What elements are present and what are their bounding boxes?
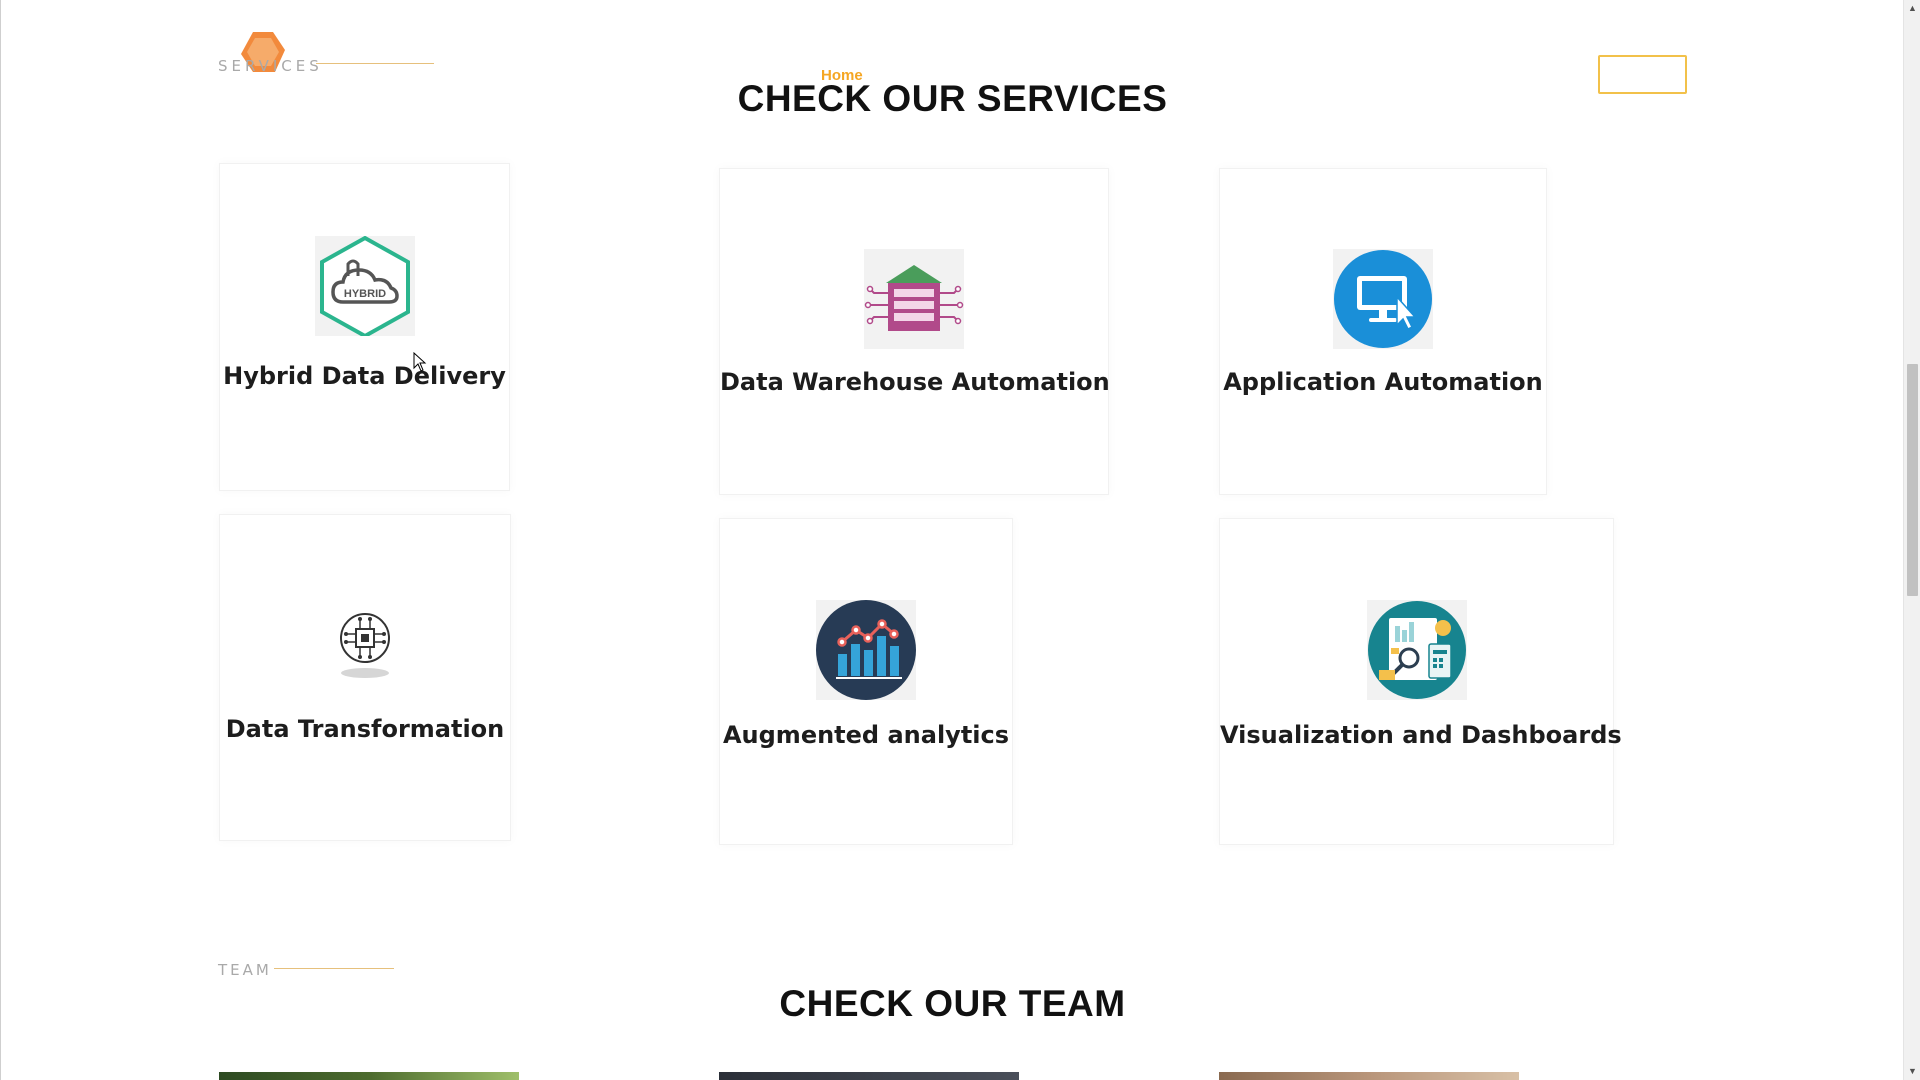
service-card-visualization-and-dashboards[interactable]: Visualization and Dashboards	[1219, 518, 1622, 845]
bar-line-chart-icon	[816, 600, 916, 700]
service-card-data-transformation[interactable]: Data Transformation	[219, 514, 511, 841]
chip-circuit-icon	[333, 608, 397, 680]
mouse-cursor-icon	[413, 352, 427, 372]
services-title: CHECK OUR SERVICES	[737, 78, 1168, 119]
section-divider	[274, 968, 394, 969]
vertical-scrollbar[interactable]: ▲ ▼	[1903, 0, 1920, 1080]
service-title: Application Automation	[1223, 368, 1543, 396]
hybrid-cloud-icon: HYBRID	[314, 235, 415, 339]
service-card-hybrid-data-delivery[interactable]: HYBRID Hybrid Data Delivery	[219, 163, 510, 491]
svg-text:HYBRID: HYBRID	[343, 288, 385, 300]
scroll-down-arrow-icon[interactable]: ▼	[1904, 1063, 1920, 1080]
section-tag-services: SERVICES	[218, 57, 323, 75]
section-divider	[316, 63, 434, 64]
data-warehouse-icon	[864, 249, 964, 349]
team-title: CHECK OUR TEAM	[779, 983, 1126, 1024]
service-card-data-warehouse-automation[interactable]: Data Warehouse Automation	[719, 168, 1110, 495]
service-title: Data Transformation	[225, 715, 505, 743]
service-title: Augmented analytics	[722, 721, 1010, 749]
page: SERVICES Home CHECK OUR SERVICES HYBRID …	[0, 0, 1903, 1080]
service-title: Visualization and Dashboards	[1220, 721, 1622, 749]
service-card-application-automation[interactable]: Application Automation	[1219, 168, 1547, 495]
monitor-cursor-icon	[1333, 249, 1433, 349]
team-photo	[219, 1072, 519, 1080]
scrollbar-thumb[interactable]	[1907, 364, 1918, 596]
service-title: Data Warehouse Automation	[720, 368, 1110, 396]
team-photo	[1219, 1072, 1519, 1080]
service-card-augmented-analytics[interactable]: Augmented analytics	[719, 518, 1013, 845]
dashboard-analysis-icon	[1366, 600, 1467, 700]
section-tag-team: TEAM	[218, 961, 272, 979]
team-photo	[719, 1072, 1019, 1080]
service-title: Hybrid Data Delivery	[223, 362, 506, 390]
scroll-up-arrow-icon[interactable]: ▲	[1904, 0, 1920, 17]
